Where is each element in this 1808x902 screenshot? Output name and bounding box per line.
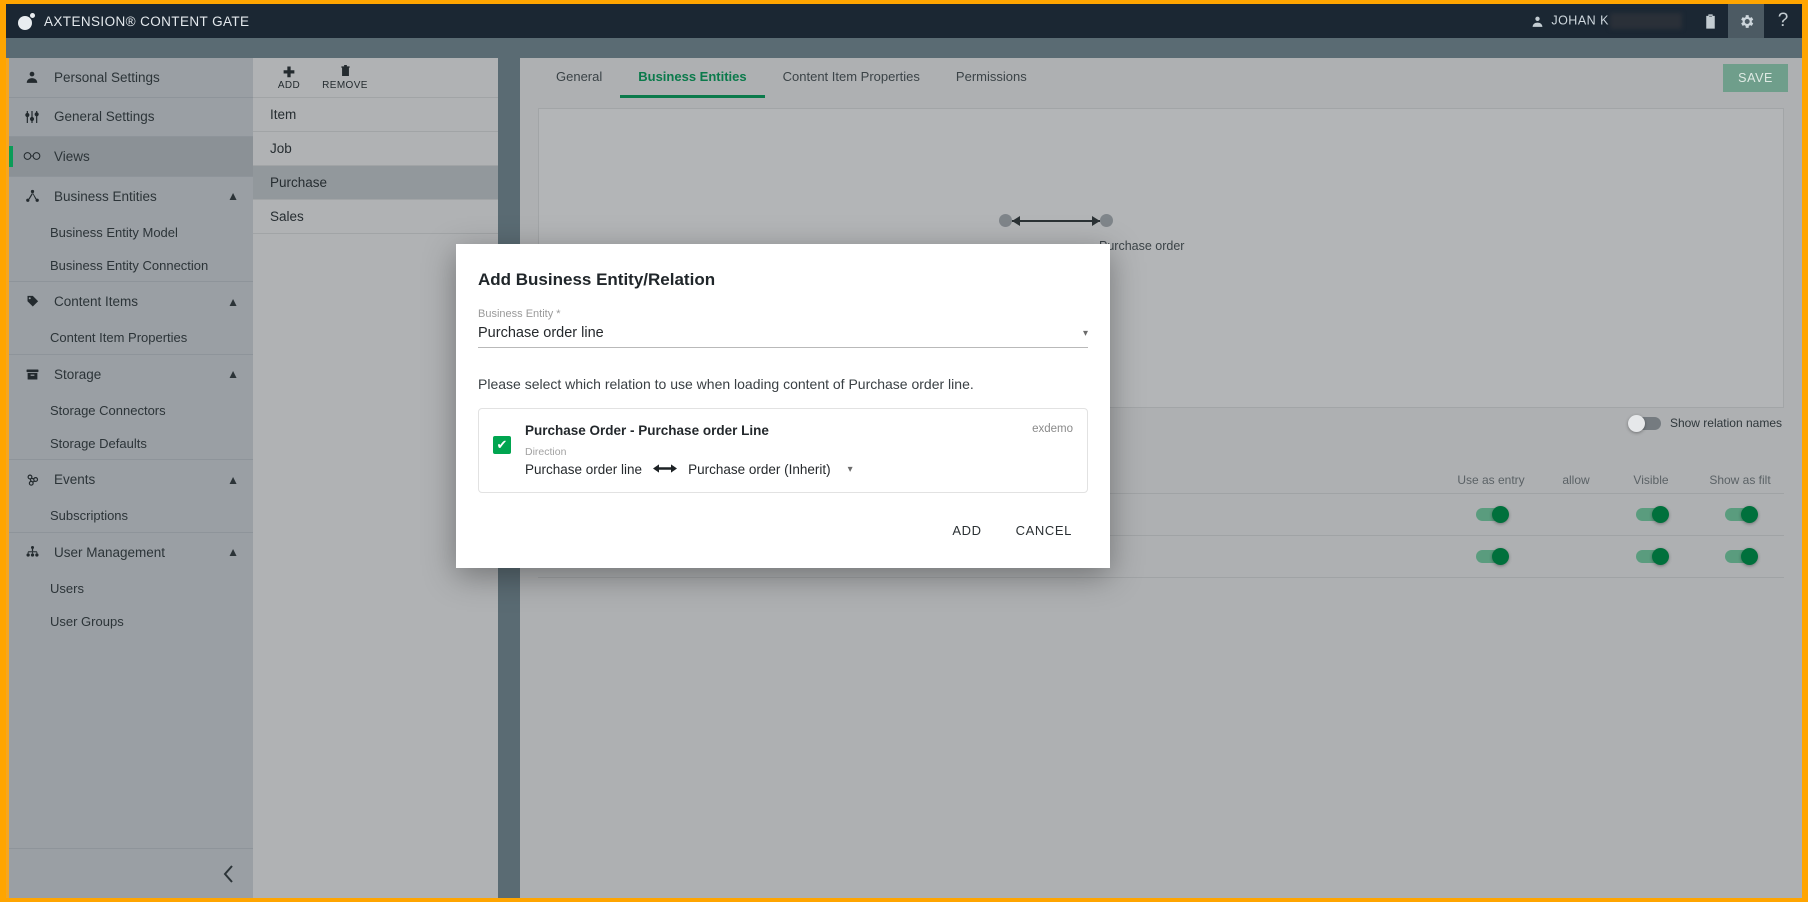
app-logo-icon <box>18 12 35 30</box>
business-entity-select[interactable]: Purchase order line ▾ <box>478 325 1088 348</box>
add-button[interactable]: ADD <box>940 515 993 546</box>
direction-from: Purchase order line <box>525 462 643 477</box>
user-icon <box>1532 16 1543 27</box>
dialog-title: Add Business Entity/Relation <box>478 270 716 289</box>
relation-option-card[interactable]: ✔ Purchase Order - Purchase order Line e… <box>478 408 1088 493</box>
direction-label: Direction <box>525 446 567 458</box>
cancel-button[interactable]: CANCEL <box>1004 515 1084 546</box>
top-bar: AXTENSION® CONTENT GATE JOHAN K ? <box>6 4 1802 38</box>
clipboard-button[interactable] <box>1692 4 1728 38</box>
direction-select[interactable]: Purchase order line Purchase order (Inhe… <box>525 461 1073 478</box>
relation-body: Purchase Order - Purchase order Line exd… <box>525 423 1073 478</box>
user-name: JOHAN K <box>1551 13 1609 28</box>
gear-icon <box>1740 14 1753 28</box>
help-icon: ? <box>1777 10 1789 31</box>
brand: AXTENSION® CONTENT GATE <box>6 12 250 30</box>
help-button[interactable]: ? <box>1764 4 1802 38</box>
dialog-hint: Please select which relation to use when… <box>478 376 974 392</box>
user-menu[interactable]: JOHAN K <box>1521 4 1692 38</box>
settings-button[interactable] <box>1728 4 1764 38</box>
chevron-down-icon[interactable]: ▾ <box>1083 328 1088 339</box>
business-entity-field: Business Entity * Purchase order line ▾ <box>478 308 1088 348</box>
add-business-entity-relation-dialog: Add Business Entity/Relation Business En… <box>456 244 1110 568</box>
relation-checkbox[interactable]: ✔ <box>493 436 511 454</box>
body: Personal Settings General Settings Views… <box>6 38 1802 898</box>
dialog-actions: ADD CANCEL <box>478 515 1088 554</box>
top-bar-right: JOHAN K ? <box>1521 4 1802 38</box>
relation-source-tag: exdemo <box>1032 423 1073 435</box>
business-entity-field-label: Business Entity * <box>478 308 561 320</box>
clipboard-icon <box>1705 13 1715 29</box>
chevron-down-icon[interactable]: ▾ <box>848 464 853 475</box>
direction-to: Purchase order (Inherit) <box>688 462 831 477</box>
relation-header: Purchase Order - Purchase order Line exd… <box>525 423 1073 438</box>
bidirectional-arrow-icon <box>653 461 678 478</box>
business-entity-value: Purchase order line <box>478 325 604 341</box>
arrow-both-icon <box>653 464 678 473</box>
redacted-name <box>1610 13 1682 29</box>
relation-name: Purchase Order - Purchase order Line <box>525 423 769 438</box>
app-title: AXTENSION® CONTENT GATE <box>44 13 250 29</box>
modal-scrim[interactable]: Add Business Entity/Relation Business En… <box>6 38 1802 898</box>
app-window: AXTENSION® CONTENT GATE JOHAN K ? Person… <box>6 4 1802 898</box>
